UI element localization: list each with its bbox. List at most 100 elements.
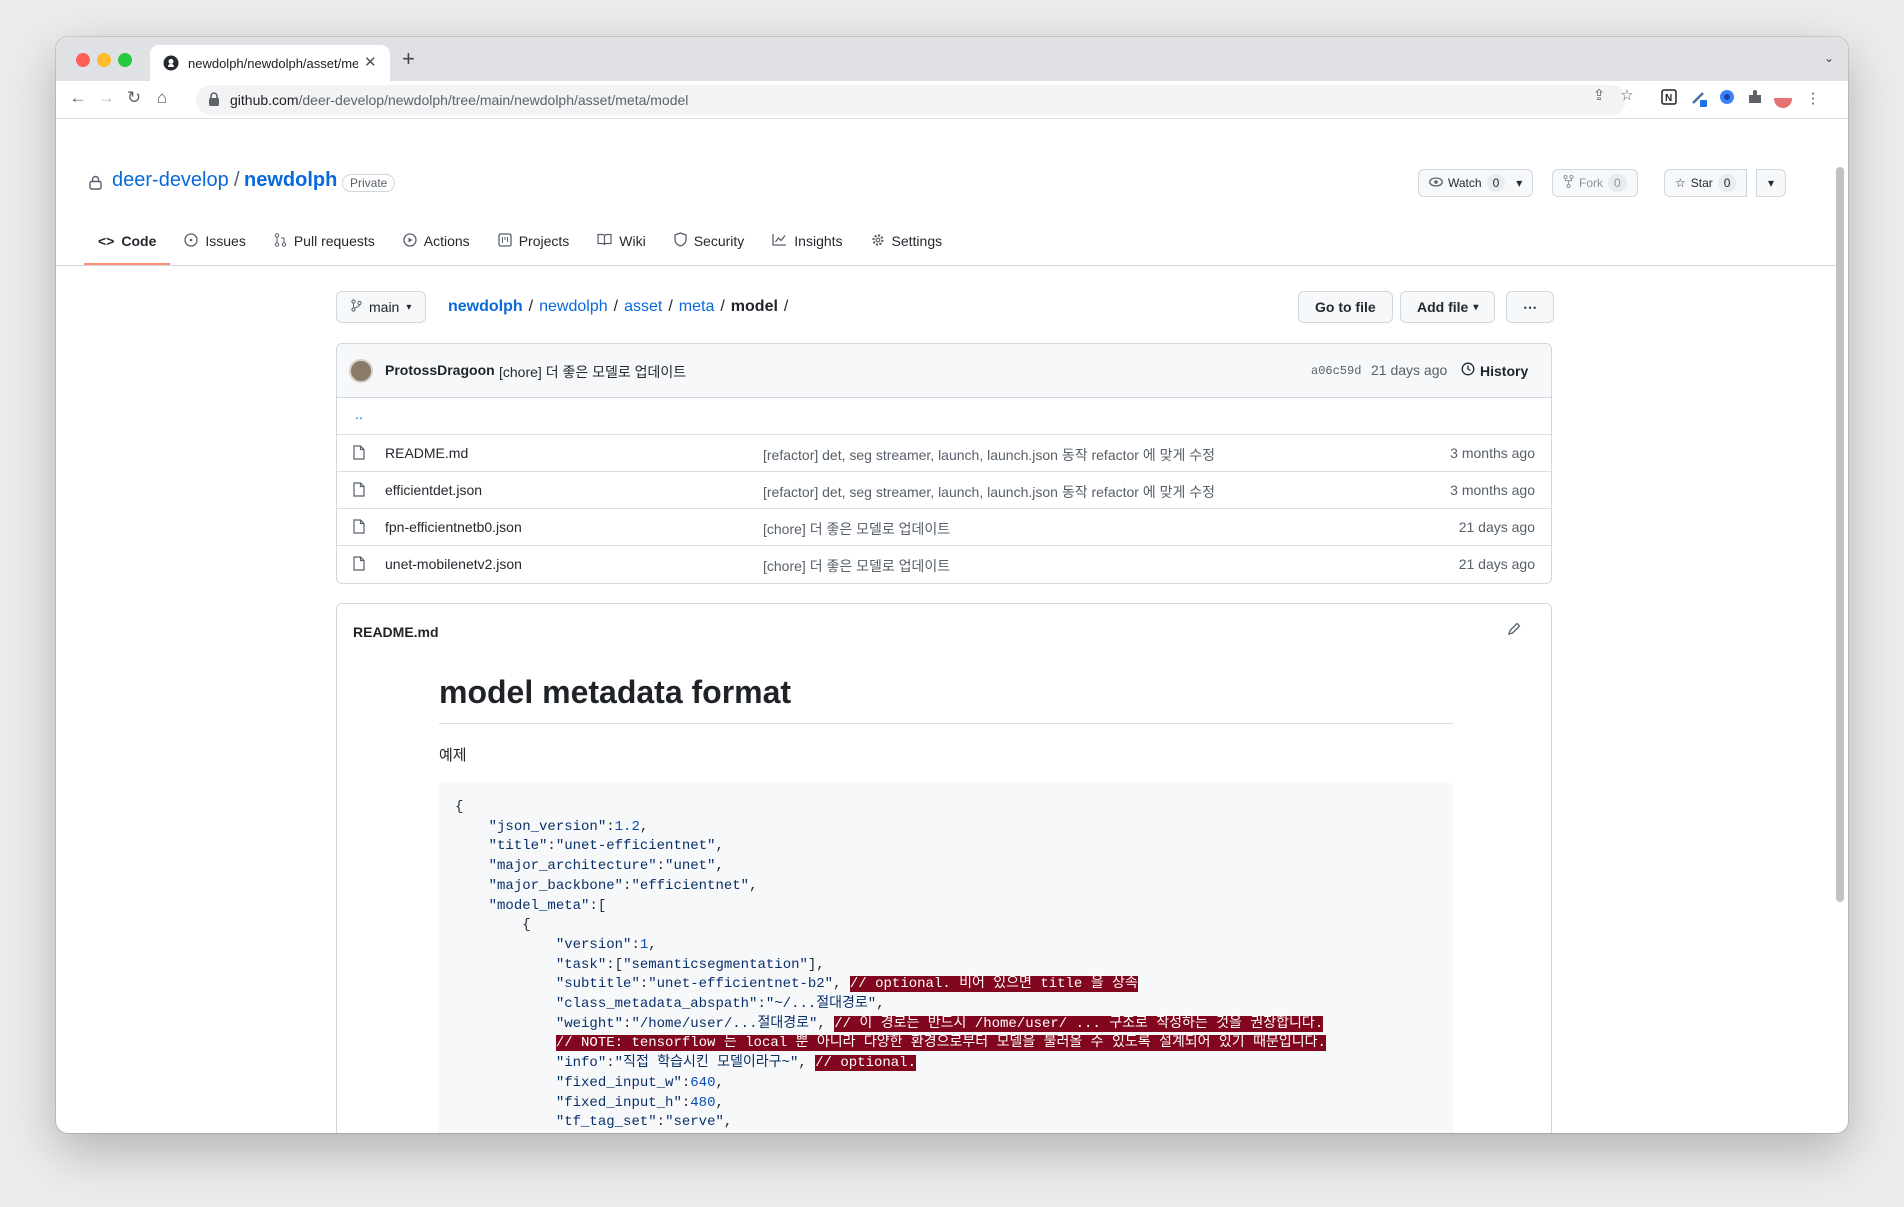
file-icon — [353, 556, 365, 574]
caret-down-icon: ▾ — [1473, 301, 1479, 313]
file-commit-message-link[interactable]: [chore] 더 좋은 모델로 업데이트 — [763, 556, 950, 576]
file-name-link[interactable]: fpn-efficientnetb0.json — [385, 519, 522, 535]
code-token: , — [876, 996, 885, 1013]
history-link[interactable]: History — [1461, 362, 1528, 379]
file-commit-message-link[interactable]: [chore] 더 좋은 모델로 업데이트 — [763, 519, 950, 539]
tab-label: Settings — [891, 233, 943, 249]
repo-path-separator: / — [234, 169, 240, 191]
breadcrumb-separator: / — [613, 298, 619, 315]
breadcrumb-root-link[interactable]: newdolph — [448, 298, 523, 316]
url-path: /deer-develop/newdolph/tree/main/newdolp… — [298, 92, 689, 108]
tab-wiki[interactable]: Wiki — [583, 217, 659, 265]
forward-button[interactable]: → — [94, 88, 118, 108]
close-window-button[interactable] — [76, 53, 90, 67]
code-line: // NOTE: tensorflow 는 local 뿐 아니라 다양한 환경… — [455, 1034, 1437, 1054]
code-token: : — [639, 976, 649, 993]
reload-button[interactable]: ↻ — [122, 88, 146, 108]
new-tab-button[interactable]: + — [402, 46, 415, 72]
commit-message-link[interactable]: [chore] 더 좋은 모델로 업데이트 — [499, 362, 686, 382]
code-comment: // NOTE: tensorflow 는 local 뿐 아니라 다양한 환경… — [555, 1035, 1326, 1052]
file-commit-message-link[interactable]: [refactor] det, seg streamer, launch, la… — [763, 482, 1215, 502]
tab-label: Projects — [518, 233, 570, 249]
go-to-file-button[interactable]: Go to file — [1298, 291, 1393, 323]
code-token: , — [723, 1114, 733, 1131]
watch-button[interactable]: Watch 0 ▾ — [1418, 169, 1534, 197]
puzzle-extensions-icon[interactable] — [1744, 89, 1766, 111]
fork-count: 0 — [1608, 174, 1627, 192]
github-logo-icon — [163, 55, 179, 74]
minimize-window-button[interactable] — [97, 53, 111, 67]
globe-extension-icon[interactable] — [1716, 89, 1738, 111]
browser-menu-icon[interactable]: ⋮ — [1802, 89, 1824, 111]
breadcrumb-link[interactable]: newdolph — [539, 298, 608, 316]
pull-request-icon — [274, 232, 287, 250]
code-token: "fixed_input_w" — [555, 1074, 682, 1091]
bookmark-star-icon[interactable]: ☆ — [1616, 86, 1638, 108]
file-name-link[interactable]: efficientdet.json — [385, 482, 482, 498]
tab-code[interactable]: <> Code — [84, 217, 171, 265]
tab-actions[interactable]: Actions — [389, 217, 484, 265]
file-row[interactable]: efficientdet.json [refactor] det, seg str… — [337, 472, 1551, 509]
file-name-link[interactable]: unet-mobilenetv2.json — [385, 556, 522, 572]
breadcrumb-link[interactable]: meta — [679, 298, 715, 316]
file-commit-message-link[interactable]: [refactor] det, seg streamer, launch, la… — [763, 445, 1215, 465]
tab-pull-requests[interactable]: Pull requests — [260, 217, 389, 265]
latest-commit-bar: ProtossDragoon [chore] 더 좋은 모델로 업데이트 a06… — [337, 344, 1551, 398]
profile-avatar[interactable] — [1772, 89, 1794, 111]
pencil-edit-icon[interactable] — [1507, 622, 1521, 641]
code-line: "subtitle":"unet-efficientnet-b2", // op… — [455, 975, 1437, 995]
file-name-link[interactable]: README.md — [385, 445, 468, 461]
repo-owner-link[interactable]: deer-develop — [112, 169, 229, 192]
breadcrumb-separator: / — [720, 298, 725, 315]
share-icon[interactable]: ⇪ — [1588, 86, 1610, 108]
notion-extension-icon[interactable]: N — [1658, 89, 1680, 111]
breadcrumb-link[interactable]: asset — [624, 298, 662, 316]
browser-tab[interactable]: newdolph/newdolph/asset/meta/model ✕ — [150, 45, 390, 81]
tab-label: Code — [121, 233, 157, 249]
tab-projects[interactable]: Projects — [484, 217, 584, 265]
file-icon — [353, 445, 365, 463]
pen-extension-icon[interactable] — [1688, 89, 1710, 111]
star-button[interactable]: ☆ Star 0 — [1664, 169, 1748, 197]
star-list-dropdown[interactable]: ▾ — [1756, 169, 1787, 197]
page-scrollbar[interactable] — [1836, 167, 1844, 902]
commit-sha-link[interactable]: a06c59d — [1311, 364, 1361, 378]
code-text: { "json_version":1.2, "title":"unet-effi… — [455, 798, 1437, 1133]
code-icon: <> — [98, 233, 115, 249]
branch-selector[interactable]: main ▾ — [336, 291, 427, 323]
svg-text:N: N — [1665, 93, 1672, 104]
tab-issues[interactable]: Issues — [170, 217, 259, 265]
address-bar[interactable]: github.com/deer-develop/newdolph/tree/ma… — [196, 85, 1626, 115]
star-count: 0 — [1717, 174, 1737, 192]
tab-security[interactable]: Security — [660, 217, 759, 265]
code-token: , — [715, 858, 724, 875]
add-file-button[interactable]: Add file ▾ — [1400, 291, 1496, 323]
more-options-button[interactable]: ⋯ — [1506, 291, 1554, 323]
code-token: "semanticsegmentation" — [623, 956, 808, 973]
avatar[interactable] — [349, 359, 373, 383]
repo-name-link[interactable]: newdolph — [244, 169, 337, 192]
home-button[interactable]: ⌂ — [150, 88, 174, 108]
zoom-window-button[interactable] — [118, 53, 132, 67]
tab-settings[interactable]: Settings — [857, 217, 957, 265]
visibility-badge: Private — [342, 174, 396, 192]
back-button[interactable]: ← — [66, 88, 90, 108]
parent-directory-row[interactable]: .. — [337, 398, 1551, 435]
code-line: "tf_tag_set":"serve", — [455, 1113, 1437, 1133]
file-row[interactable]: fpn-efficientnetb0.json [chore] 더 좋은 모델로 … — [337, 509, 1551, 546]
file-row[interactable]: README.md [refactor] det, seg streamer, l… — [337, 435, 1551, 472]
close-tab-icon[interactable]: ✕ — [364, 53, 377, 71]
code-token: "title" — [488, 838, 548, 855]
kebab-horizontal-icon: ⋯ — [1523, 298, 1537, 315]
commit-author-link[interactable]: ProtossDragoon — [385, 362, 495, 378]
file-row[interactable]: unet-mobilenetv2.json [chore] 더 좋은 모델로 업데… — [337, 546, 1551, 583]
tab-insights[interactable]: Insights — [758, 217, 856, 265]
fork-button[interactable]: Fork 0 — [1552, 169, 1638, 197]
tab-search-chevron-icon[interactable]: ⌄ — [1824, 51, 1834, 65]
parent-directory-link[interactable]: .. — [355, 406, 363, 422]
